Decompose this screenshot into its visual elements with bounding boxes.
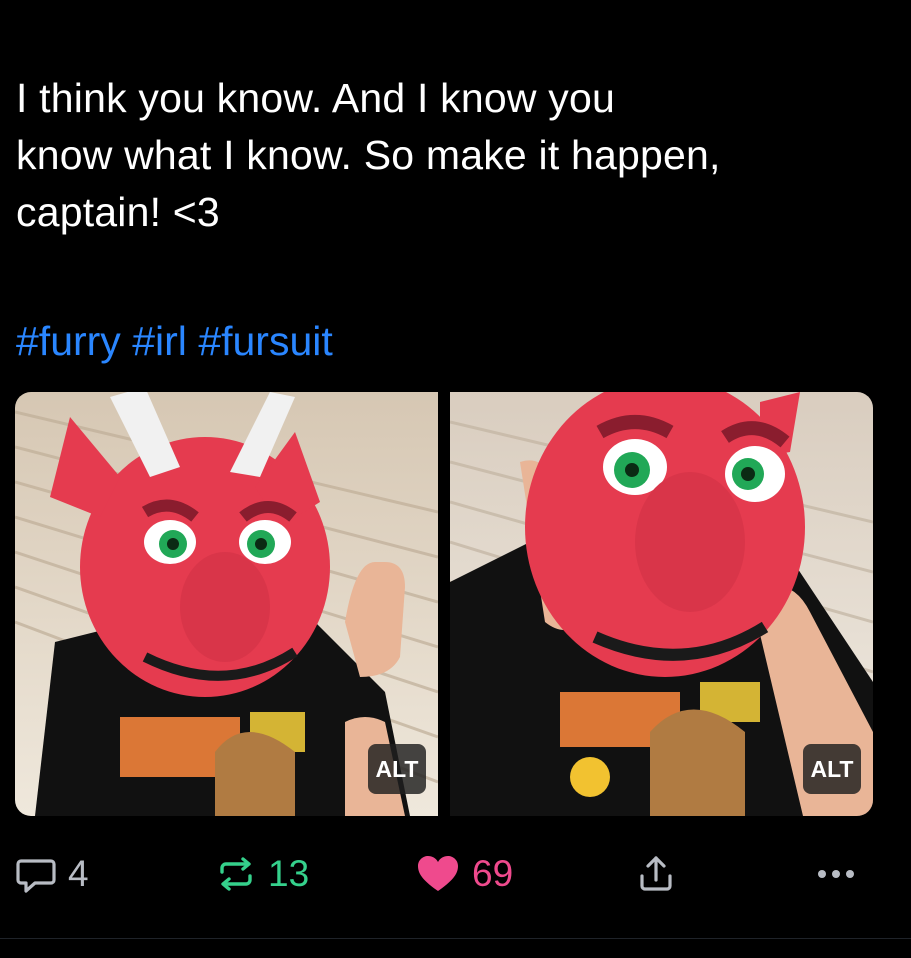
share-button[interactable] bbox=[636, 848, 676, 900]
share-icon bbox=[640, 856, 672, 891]
like-count: 69 bbox=[472, 853, 514, 894]
post-text-line: I think you know. And I know you bbox=[16, 75, 615, 121]
hashtag-link[interactable]: #fursuit bbox=[198, 318, 332, 364]
post-text-line: know what I know. So make it happen, bbox=[16, 132, 721, 178]
photo-thumbnail[interactable]: ALT bbox=[15, 392, 438, 816]
repost-count: 13 bbox=[268, 853, 310, 894]
hashtag-list: #furry #irl #fursuit bbox=[16, 313, 333, 370]
post-divider bbox=[0, 938, 911, 939]
ellipsis-icon bbox=[818, 870, 854, 878]
action-bar: 4 13 69 bbox=[16, 848, 864, 900]
photo-thumbnail[interactable]: ALT bbox=[450, 392, 873, 816]
reply-icon bbox=[16, 859, 56, 893]
hashtag-link[interactable]: #furry bbox=[16, 318, 121, 364]
hashtag-link[interactable]: #irl bbox=[132, 318, 187, 364]
alt-badge[interactable]: ALT bbox=[803, 744, 861, 794]
post-text-line: captain! <3 bbox=[16, 189, 220, 235]
post-text: I think you know. And I know you know wh… bbox=[16, 70, 896, 241]
alt-badge[interactable]: ALT bbox=[368, 744, 426, 794]
reply-count: 4 bbox=[68, 853, 89, 894]
reply-button[interactable]: 4 bbox=[16, 848, 89, 900]
media-grid: ALT ALT bbox=[15, 392, 873, 816]
heart-icon bbox=[418, 856, 458, 891]
repost-button[interactable]: 13 bbox=[216, 848, 309, 900]
repost-icon bbox=[220, 857, 252, 891]
more-options-button[interactable] bbox=[814, 848, 858, 900]
like-button[interactable]: 69 bbox=[416, 848, 513, 900]
